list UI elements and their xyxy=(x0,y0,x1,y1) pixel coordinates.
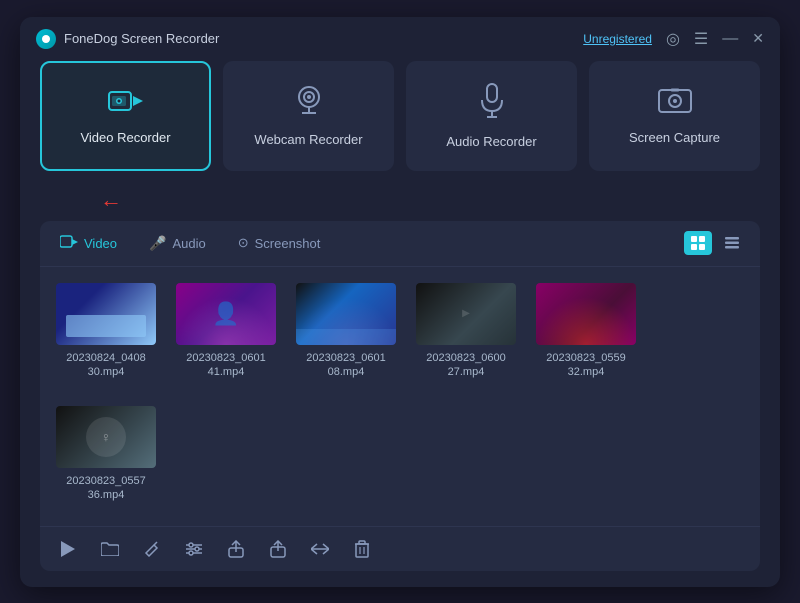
tab-audio[interactable]: 🎤 Audio xyxy=(143,231,212,256)
file-thumbnail xyxy=(536,283,636,345)
screen-capture-label: Screen Capture xyxy=(629,130,720,145)
arrow-container: ← xyxy=(40,187,760,215)
audio-tab-icon: 🎤 xyxy=(149,235,166,252)
bottom-toolbar xyxy=(40,526,760,571)
play-button[interactable] xyxy=(56,537,80,561)
audio-recorder-label: Audio Recorder xyxy=(446,134,536,149)
file-name: 20230824_040830.mp4 xyxy=(66,351,146,380)
file-thumbnail xyxy=(56,283,156,345)
video-recorder-icon xyxy=(108,87,144,122)
file-name: 20230823_055932.mp4 xyxy=(546,351,626,380)
webcam-recorder-label: Webcam Recorder xyxy=(254,132,362,147)
file-name: 20230823_060027.mp4 xyxy=(426,351,506,380)
title-bar-actions: Unregistered ◎ ☰ — ✕ xyxy=(583,29,764,49)
recordings-panel: Video 🎤 Audio ⊙ Screenshot xyxy=(40,221,760,571)
video-tab-label: Video xyxy=(84,236,117,251)
file-name: 20230823_060141.mp4 xyxy=(186,351,266,380)
app-logo xyxy=(36,29,56,49)
main-content: Video Recorder Webcam Recorder xyxy=(20,61,780,587)
app-title: FoneDog Screen Recorder xyxy=(64,31,583,46)
list-item[interactable]: 20230823_060108.mp4 xyxy=(296,283,396,387)
minimize-icon[interactable]: — xyxy=(722,30,738,48)
webcam-recorder-icon xyxy=(294,85,324,124)
export-button[interactable] xyxy=(224,537,248,561)
tab-screenshot[interactable]: ⊙ Screenshot xyxy=(232,231,327,255)
app-window: FoneDog Screen Recorder Unregistered ◎ ☰… xyxy=(20,17,780,587)
close-button[interactable]: ✕ xyxy=(752,30,764,47)
target-icon[interactable]: ◎ xyxy=(666,29,680,49)
list-view-button[interactable] xyxy=(718,231,746,255)
file-thumbnail: ♀ xyxy=(56,406,156,468)
tab-bar: Video 🎤 Audio ⊙ Screenshot xyxy=(40,221,760,267)
list-item[interactable]: 👤 20230823_060141.mp4 xyxy=(176,283,276,387)
file-thumbnail xyxy=(296,283,396,345)
file-thumbnail: ▶ xyxy=(416,283,516,345)
mode-card-webcam-recorder[interactable]: Webcam Recorder xyxy=(223,61,394,171)
unregistered-link[interactable]: Unregistered xyxy=(583,32,652,46)
list-item[interactable]: 20230824_040830.mp4 xyxy=(56,283,156,387)
list-item[interactable]: 20230823_055932.mp4 xyxy=(536,283,636,387)
list-item[interactable]: ▶ 20230823_060027.mp4 xyxy=(416,283,516,387)
screenshot-tab-label: Screenshot xyxy=(255,236,321,251)
share-button[interactable] xyxy=(266,537,290,561)
tab-video[interactable]: Video xyxy=(54,231,123,256)
delete-button[interactable] xyxy=(350,537,374,561)
video-recorder-label: Video Recorder xyxy=(80,130,170,145)
audio-recorder-icon xyxy=(480,83,504,126)
screenshot-tab-icon: ⊙ xyxy=(238,235,249,251)
move-button[interactable] xyxy=(308,537,332,561)
grid-view-button[interactable] xyxy=(684,231,712,255)
edit-button[interactable] xyxy=(140,537,164,561)
folder-button[interactable] xyxy=(98,537,122,561)
video-tab-icon xyxy=(60,235,78,252)
mode-card-screen-capture[interactable]: Screen Capture xyxy=(589,61,760,171)
file-thumbnail: 👤 xyxy=(176,283,276,345)
screen-capture-icon xyxy=(658,87,692,122)
audio-tab-label: Audio xyxy=(172,236,205,251)
file-name: 20230823_060108.mp4 xyxy=(306,351,386,380)
file-name: 20230823_055736.mp4 xyxy=(66,474,146,503)
settings-button[interactable] xyxy=(182,537,206,561)
menu-icon[interactable]: ☰ xyxy=(694,29,708,49)
mode-selector: Video Recorder Webcam Recorder xyxy=(40,61,760,171)
mode-card-video-recorder[interactable]: Video Recorder xyxy=(40,61,211,171)
title-bar: FoneDog Screen Recorder Unregistered ◎ ☰… xyxy=(20,17,780,61)
arrow-indicator: ← xyxy=(100,187,122,213)
list-item[interactable]: ♀ 20230823_055736.mp4 xyxy=(56,406,156,510)
files-grid: 20230824_040830.mp4 👤 20230823_060141.mp… xyxy=(40,267,760,526)
mode-card-audio-recorder[interactable]: Audio Recorder xyxy=(406,61,577,171)
tab-view-icons xyxy=(684,231,746,255)
